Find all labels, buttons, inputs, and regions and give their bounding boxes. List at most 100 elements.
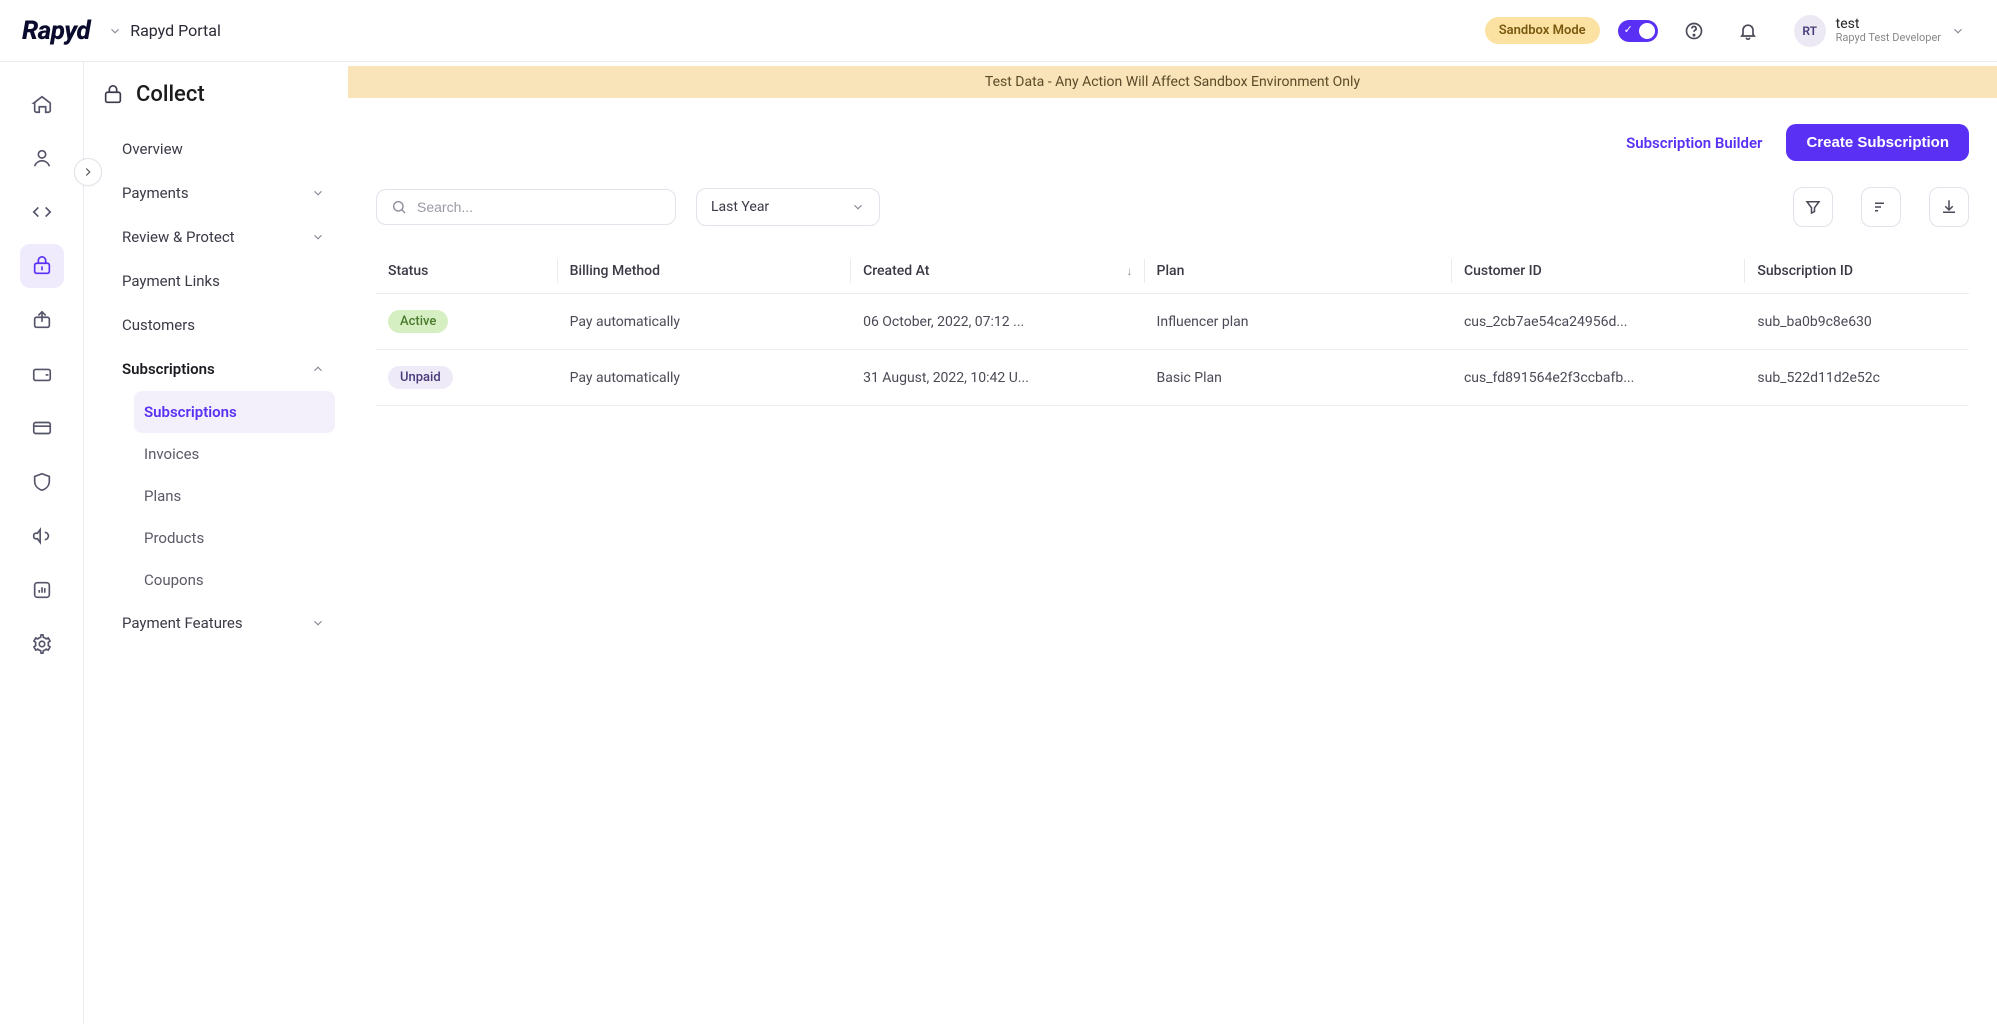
create-subscription-button[interactable]: Create Subscription: [1786, 124, 1969, 161]
portal-switcher[interactable]: Rapyd Portal: [108, 21, 221, 40]
column-header[interactable]: Billing Method: [558, 249, 851, 294]
user-name: test: [1836, 16, 1941, 32]
portal-label: Rapyd Portal: [130, 21, 221, 40]
cell-customer_id: cus_2cb7ae54ca24956d...: [1452, 294, 1745, 350]
column-header[interactable]: Customer ID: [1452, 249, 1745, 294]
user-role: Rapyd Test Developer: [1836, 32, 1941, 45]
gear-icon: [31, 633, 53, 655]
subnav-group[interactable]: Subscriptions: [112, 347, 335, 391]
cell-subscription_id: sub_522d11d2e52c: [1745, 350, 1969, 406]
filter-button[interactable]: [1793, 187, 1833, 227]
subnav-group[interactable]: Review & Protect: [112, 215, 335, 259]
status-badge: Active: [388, 310, 448, 333]
notifications-button[interactable]: [1730, 13, 1766, 49]
avatar: RT: [1794, 15, 1826, 47]
sandbox-mode-badge: Sandbox Mode: [1485, 17, 1600, 44]
subnav-sublink[interactable]: Coupons: [134, 559, 335, 601]
subnav-group[interactable]: Payments: [112, 171, 335, 215]
sort-icon: [1872, 198, 1890, 216]
brand-logo: Rapyd: [22, 16, 90, 46]
chevron-right-icon: [81, 165, 95, 179]
wallet-icon: [31, 363, 53, 385]
subnav-title: Collect: [102, 82, 347, 107]
sandbox-banner: Test Data - Any Action Will Affect Sandb…: [348, 66, 1997, 98]
collect-icon: [102, 84, 124, 106]
sandbox-toggle[interactable]: ✓: [1618, 20, 1658, 42]
subnav-sublink[interactable]: Plans: [134, 475, 335, 517]
rail-protect[interactable]: [20, 460, 64, 504]
rail-marketing[interactable]: [20, 514, 64, 558]
subnav-link[interactable]: Overview: [112, 127, 335, 171]
rail-developers[interactable]: [20, 190, 64, 234]
table-row[interactable]: Active Pay automatically06 October, 2022,…: [376, 294, 1969, 350]
cell-customer_id: cus_fd891564e2f3ccbafb...: [1452, 350, 1745, 406]
subnav-title-label: Collect: [136, 82, 205, 107]
subnav-link[interactable]: Customers: [112, 303, 335, 347]
chevron-down-icon: [311, 230, 325, 244]
chevron-down-icon: [311, 186, 325, 200]
search-input[interactable]: [417, 199, 661, 215]
rail-card[interactable]: [20, 406, 64, 450]
rail-collect[interactable]: [20, 244, 64, 288]
download-button[interactable]: [1929, 187, 1969, 227]
subnav-sublink[interactable]: Products: [134, 517, 335, 559]
user-menu[interactable]: RT test Rapyd Test Developer: [1784, 11, 1975, 51]
expand-rail-button[interactable]: [74, 158, 102, 186]
subnav-sublink[interactable]: Invoices: [134, 433, 335, 475]
rail-wallet[interactable]: [20, 352, 64, 396]
cell-subscription_id: sub_ba0b9c8e630: [1745, 294, 1969, 350]
bell-icon: [1738, 21, 1758, 41]
megaphone-icon: [31, 525, 53, 547]
home-icon: [31, 93, 53, 115]
reports-icon: [31, 579, 53, 601]
subnav: Collect OverviewPaymentsReview & Protect…: [84, 62, 348, 1024]
user-icon: [31, 147, 53, 169]
subnav-sublink[interactable]: Subscriptions: [134, 391, 335, 433]
cell-plan: Basic Plan: [1145, 350, 1452, 406]
shield-icon: [31, 471, 53, 493]
rail-reports[interactable]: [20, 568, 64, 612]
cell-billing: Pay automatically: [558, 350, 851, 406]
table-row[interactable]: UnpaidPay automatically31 August, 2022, …: [376, 350, 1969, 406]
topbar: Rapyd Rapyd Portal Sandbox Mode ✓ RT tes…: [0, 0, 1997, 62]
date-range-label: Last Year: [711, 199, 769, 215]
toggle-knob: [1639, 23, 1655, 39]
subnav-group[interactable]: Payment Features: [112, 601, 335, 645]
subnav-link[interactable]: Payment Links: [112, 259, 335, 303]
rail-disburse[interactable]: [20, 298, 64, 342]
chevron-down-icon: [311, 616, 325, 630]
rail-home[interactable]: [20, 82, 64, 126]
search-input-wrap[interactable]: [376, 189, 676, 225]
column-header[interactable]: Created At↓: [851, 249, 1144, 294]
cell-billing: Pay automatically: [558, 294, 851, 350]
column-header[interactable]: Subscription ID: [1745, 249, 1969, 294]
column-header[interactable]: Status: [376, 249, 558, 294]
filter-icon: [1804, 198, 1822, 216]
chevron-up-icon: [311, 362, 325, 376]
help-icon: [1684, 21, 1704, 41]
download-icon: [1940, 198, 1958, 216]
subscriptions-table: StatusBilling MethodCreated At↓PlanCusto…: [376, 249, 1969, 406]
user-meta: test Rapyd Test Developer: [1836, 16, 1941, 45]
subscription-builder-link[interactable]: Subscription Builder: [1626, 134, 1762, 152]
collect-icon: [31, 255, 53, 277]
help-button[interactable]: [1676, 13, 1712, 49]
disburse-icon: [31, 309, 53, 331]
sort-button[interactable]: [1861, 187, 1901, 227]
date-range-select[interactable]: Last Year: [696, 188, 880, 226]
page-actions: Subscription Builder Create Subscription: [376, 124, 1969, 161]
sort-arrow-icon: ↓: [1127, 264, 1133, 278]
code-icon: [31, 201, 53, 223]
rail-account[interactable]: [20, 136, 64, 180]
cell-created: 06 October, 2022, 07:12 ...: [851, 294, 1144, 350]
nav-rail: [0, 62, 84, 1024]
chevron-down-icon: [1951, 24, 1965, 38]
rail-settings[interactable]: [20, 622, 64, 666]
chevron-down-icon: [108, 24, 122, 38]
check-icon: ✓: [1624, 23, 1633, 36]
table-toolbar: Last Year: [376, 187, 1969, 227]
column-header[interactable]: Plan: [1145, 249, 1452, 294]
search-icon: [391, 199, 407, 215]
main: Test Data - Any Action Will Affect Sandb…: [348, 62, 1997, 1024]
chevron-down-icon: [851, 200, 865, 214]
